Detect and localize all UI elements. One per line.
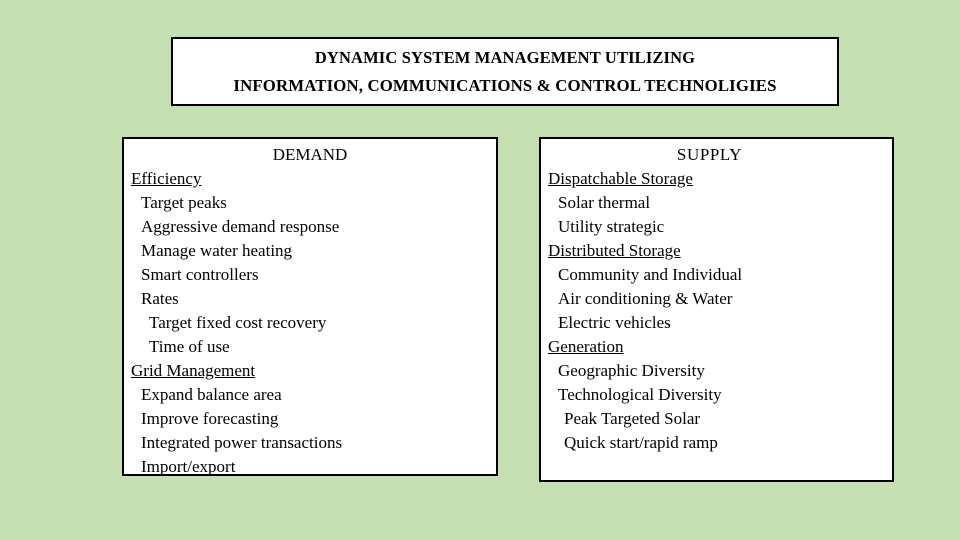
category-label: Grid Management [131,361,256,380]
list-item: Rates [141,289,179,308]
demand-panel: DEMAND Efficiency Target peaks Aggressive … [122,137,498,476]
list-item: Solar thermal [558,193,651,212]
category-item: Efficiency [124,167,496,191]
list-item: Air conditioning & Water [558,289,733,308]
list-item: Quick start/rapid ramp [564,433,718,452]
list-item: Integrated power transactions [141,433,343,452]
title-box: DYNAMIC SYSTEM MANAGEMENT UTILIZING INFO… [171,37,839,106]
list-item: Utility strategic [558,217,665,236]
demand-list: Efficiency Target peaks Aggressive demand … [124,167,496,479]
category-item: Distributed Storage [541,239,892,263]
list-item: Aggressive demand response [141,217,340,236]
list-item: Electric vehicles [558,313,671,332]
supply-panel-heading: SUPPLY [676,145,743,164]
category-item: Grid Management [124,359,496,383]
list-item: Target fixed cost recovery [149,313,327,332]
list-item: Manage water heating [141,241,293,260]
list-item: Time of use [149,337,230,356]
title-line-1: DYNAMIC SYSTEM MANAGEMENT UTILIZING [314,47,696,67]
category-label: Dispatchable Storage [548,169,693,188]
list-item: Import/export [141,457,236,476]
title-line-2: INFORMATION, COMMUNICATIONS & CONTROL TE… [233,75,777,95]
list-item: Geographic Diversity [558,361,705,380]
category-label: Generation [548,337,624,356]
category-label: Distributed Storage [548,241,681,260]
list-item: Smart controllers [141,265,259,284]
demand-panel-heading: DEMAND [272,145,348,164]
supply-panel: SUPPLY Dispatchable Storage Solar thermal… [539,137,894,482]
category-item: Generation [541,335,892,359]
list-item: Improve forecasting [141,409,279,428]
list-item: Target peaks [141,193,227,212]
list-item: Technological Diversity [558,385,722,404]
category-label: Efficiency [131,169,202,188]
list-item: Community and Individual [558,265,743,284]
supply-list: Dispatchable Storage Solar thermal Utility… [541,167,892,455]
category-item: Dispatchable Storage [541,167,892,191]
list-item: Peak Targeted Solar [564,409,701,428]
list-item: Expand balance area [141,385,282,404]
